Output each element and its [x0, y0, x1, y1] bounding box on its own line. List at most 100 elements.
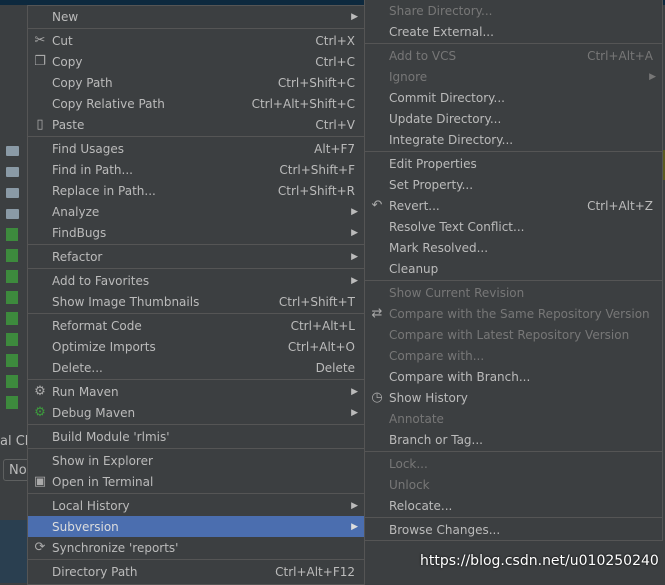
menu-item-refactor[interactable]: Refactor ▶ [28, 246, 364, 267]
menu-item-show-current-revision[interactable]: Show Current Revision [365, 282, 662, 303]
menu-item-paste[interactable]: ▯ Paste Ctrl+V [28, 114, 364, 135]
submenu-arrow-icon: ▶ [351, 206, 358, 217]
menu-item-label: Delete... [52, 360, 103, 375]
submenu-arrow-icon: ▶ [351, 386, 358, 397]
module-icon [6, 291, 18, 304]
menu-item-label: Optimize Imports [52, 339, 156, 354]
submenu-arrow-icon: ▶ [351, 500, 358, 511]
menu-item-reformat-code[interactable]: Reformat Code Ctrl+Alt+L [28, 315, 364, 336]
menu-item-new[interactable]: New ▶ [28, 6, 364, 27]
shortcut-label: Ctrl+Shift+F [279, 162, 355, 177]
shortcut-label: Ctrl+Alt+F12 [275, 564, 355, 579]
menu-item-run-maven[interactable]: ⚙ Run Maven ▶ [28, 381, 364, 402]
menu-item-subversion[interactable]: Subversion ▶ [28, 516, 364, 537]
menu-item-open-in-terminal[interactable]: ▣ Open in Terminal [28, 471, 364, 492]
menu-item-show-image-thumbnails[interactable]: Show Image Thumbnails Ctrl+Shift+T [28, 291, 364, 312]
menu-item-label: Compare with the Same Repository Version [389, 306, 650, 321]
menu-item-delete[interactable]: Delete... Delete [28, 357, 364, 378]
menu-item-compare-with-the-same-repository-version[interactable]: ⇄ Compare with the Same Repository Versio… [365, 303, 662, 324]
menu-item-copy-path[interactable]: Copy Path Ctrl+Shift+C [28, 72, 364, 93]
menu-item-label: Subversion [52, 519, 119, 534]
menu-item-label: Find Usages [52, 141, 125, 156]
menu-item-label: Lock... [389, 456, 428, 471]
menu-item-label: Update Directory... [389, 111, 502, 126]
menu-item-label: Add to VCS [389, 48, 457, 63]
menu-item-integrate-directory[interactable]: Integrate Directory... [365, 129, 662, 150]
menu-item-label: Show Current Revision [389, 285, 525, 300]
menu-item-directory-path[interactable]: Directory Path Ctrl+Alt+F12 [28, 561, 364, 582]
menu-item-compare-with-branch[interactable]: Compare with Branch... [365, 366, 662, 387]
menu-item-label: Open in Terminal [52, 474, 154, 489]
sync-icon: ⟳ [34, 540, 46, 555]
menu-item-local-history[interactable]: Local History ▶ [28, 495, 364, 516]
module-icon [6, 228, 18, 241]
shortcut-label: Ctrl+Alt+Shift+C [251, 96, 355, 111]
menu-item-browse-changes[interactable]: Browse Changes... [365, 519, 662, 540]
menu-item-relocate[interactable]: Relocate... [365, 495, 662, 516]
shortcut-label: Delete [315, 360, 355, 375]
module-icon [6, 270, 18, 283]
menu-item-build-module-rlmis[interactable]: Build Module 'rlmis' [28, 426, 364, 447]
menu-item-label: Reformat Code [52, 318, 142, 333]
submenu-arrow-icon: ▶ [351, 521, 358, 532]
menu-item-label: Branch or Tag... [389, 432, 483, 447]
menu-item-copy-relative-path[interactable]: Copy Relative Path Ctrl+Alt+Shift+C [28, 93, 364, 114]
menu-item-branch-or-tag[interactable]: Branch or Tag... [365, 429, 662, 450]
menu-item-analyze[interactable]: Analyze ▶ [28, 201, 364, 222]
menu-item-label: Build Module 'rlmis' [52, 429, 170, 444]
menu-item-label: Browse Changes... [389, 522, 501, 537]
menu-item-add-to-vcs[interactable]: Add to VCS Ctrl+Alt+A [365, 45, 662, 66]
menu-item-copy[interactable]: ❐ Copy Ctrl+C [28, 51, 364, 72]
menu-item-findbugs[interactable]: FindBugs ▶ [28, 222, 364, 243]
menu-item-label: Cleanup [389, 261, 439, 276]
menu-item-debug-maven[interactable]: ⚙ Debug Maven ▶ [28, 402, 364, 423]
shortcut-label: Ctrl+X [315, 33, 355, 48]
shortcut-label: Ctrl+Alt+Z [587, 198, 653, 213]
menu-item-ignore[interactable]: Ignore ▶ [365, 66, 662, 87]
menu-item-label: Integrate Directory... [389, 132, 514, 147]
menu-item-label: Run Maven [52, 384, 119, 399]
menu-item-update-directory[interactable]: Update Directory... [365, 108, 662, 129]
menu-item-share-directory[interactable]: Share Directory... [365, 0, 662, 21]
menu-item-compare-with-latest-repository-version[interactable]: Compare with Latest Repository Version [365, 324, 662, 345]
menu-item-annotate[interactable]: Annotate [365, 408, 662, 429]
menu-item-label: Unlock [389, 477, 430, 492]
project-tree [0, 140, 30, 413]
menu-item-find-usages[interactable]: Find Usages Alt+F7 [28, 138, 364, 159]
shortcut-label: Ctrl+Alt+A [587, 48, 653, 63]
menu-item-show-history[interactable]: ◷ Show History [365, 387, 662, 408]
shortcut-label: Ctrl+Alt+O [287, 339, 355, 354]
menu-item-edit-properties[interactable]: Edit Properties [365, 153, 662, 174]
menu-item-unlock[interactable]: Unlock [365, 474, 662, 495]
menu-item-cut[interactable]: ✂ Cut Ctrl+X [28, 30, 364, 51]
menu-item-label: FindBugs [52, 225, 107, 240]
menu-item-show-in-explorer[interactable]: Show in Explorer [28, 450, 364, 471]
menu-item-mark-resolved[interactable]: Mark Resolved... [365, 237, 662, 258]
shortcut-label: Ctrl+Alt+L [290, 318, 355, 333]
debug-gear-icon: ⚙ [34, 405, 46, 420]
menu-item-label: Refactor [52, 249, 103, 264]
menu-item-commit-directory[interactable]: Commit Directory... [365, 87, 662, 108]
menu-item-replace-in-path[interactable]: Replace in Path... Ctrl+Shift+R [28, 180, 364, 201]
menu-item-lock[interactable]: Lock... [365, 453, 662, 474]
folder-icon [6, 209, 19, 219]
revert-icon: ↶ [371, 198, 383, 213]
menu-item-resolve-text-conflict[interactable]: Resolve Text Conflict... [365, 216, 662, 237]
submenu-arrow-icon: ▶ [351, 407, 358, 418]
folder-icon [6, 188, 19, 198]
menu-item-set-property[interactable]: Set Property... [365, 174, 662, 195]
menu-item-synchronize-reports[interactable]: ⟳ Synchronize 'reports' [28, 537, 364, 558]
menu-item-create-external[interactable]: Create External... [365, 21, 662, 42]
menu-item-label: Show in Explorer [52, 453, 153, 468]
menu-item-cleanup[interactable]: Cleanup [365, 258, 662, 279]
menu-item-revert[interactable]: ↶ Revert... Ctrl+Alt+Z [365, 195, 662, 216]
menu-item-find-in-path[interactable]: Find in Path... Ctrl+Shift+F [28, 159, 364, 180]
menu-item-add-to-favorites[interactable]: Add to Favorites ▶ [28, 270, 364, 291]
menu-item-label: Edit Properties [389, 156, 477, 171]
history-icon: ◷ [371, 390, 383, 405]
menu-item-label: Compare with... [389, 348, 485, 363]
menu-item-label: Commit Directory... [389, 90, 505, 105]
menu-item-compare-with[interactable]: Compare with... [365, 345, 662, 366]
compare-icon: ⇄ [371, 306, 383, 321]
menu-item-optimize-imports[interactable]: Optimize Imports Ctrl+Alt+O [28, 336, 364, 357]
